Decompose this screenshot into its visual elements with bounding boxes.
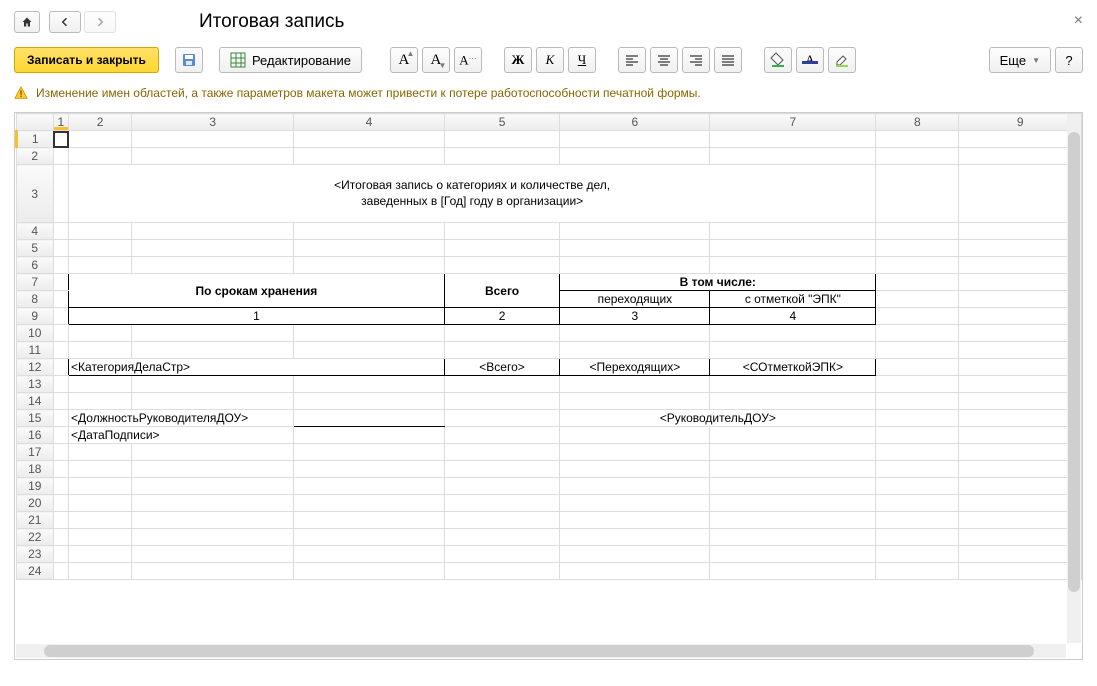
row-header[interactable]: 9 [17, 308, 54, 325]
row-header[interactable]: 10 [17, 325, 54, 342]
align-justify-button[interactable] [714, 47, 742, 73]
back-button[interactable] [49, 11, 81, 33]
colnum-1[interactable]: 1 [69, 308, 445, 325]
col-header[interactable]: 4 [294, 114, 445, 131]
col-header[interactable]: 6 [560, 114, 710, 131]
row-header[interactable]: 20 [17, 495, 54, 512]
highlight-color-button[interactable] [828, 47, 856, 73]
font-shrink-button[interactable]: A▼ [422, 47, 450, 73]
colnum-2[interactable]: 2 [444, 308, 560, 325]
col-header[interactable]: 2 [69, 114, 132, 131]
row-header[interactable]: 15 [17, 410, 54, 427]
align-right-button[interactable] [682, 47, 710, 73]
row-header[interactable]: 19 [17, 478, 54, 495]
row-header[interactable]: 23 [17, 546, 54, 563]
row-header[interactable]: 13 [17, 376, 54, 393]
colnum-3[interactable]: 3 [560, 308, 710, 325]
fill-color-button[interactable] [764, 47, 792, 73]
footer-position[interactable]: <ДолжностьРуководителяДОУ> [69, 410, 294, 427]
row-header[interactable]: 21 [17, 512, 54, 529]
grid-icon [230, 52, 246, 68]
row-header[interactable]: 2 [17, 148, 54, 165]
footer-head[interactable]: <РуководительДОУ> [560, 410, 876, 427]
data-category[interactable]: <КатегорияДелаСтр> [69, 359, 445, 376]
row-header[interactable]: 7 [17, 274, 54, 291]
save-button[interactable] [175, 47, 203, 73]
row-header[interactable]: 18 [17, 461, 54, 478]
col-header[interactable]: 5 [444, 114, 560, 131]
col-header[interactable]: 7 [710, 114, 876, 131]
more-button[interactable]: Еще ▼ [989, 47, 1051, 73]
col-header[interactable]: 8 [876, 114, 959, 131]
row-header[interactable]: 22 [17, 529, 54, 546]
row-header[interactable]: 6 [17, 257, 54, 274]
footer-date[interactable]: <ДатаПодписи> [69, 427, 294, 444]
corner-cell[interactable] [17, 114, 54, 131]
col-header[interactable]: 3 [132, 114, 294, 131]
header-storage[interactable]: По срокам хранения [69, 274, 445, 308]
row-header[interactable]: 24 [17, 563, 54, 580]
row-header[interactable]: 17 [17, 444, 54, 461]
header-total[interactable]: Всего [444, 274, 560, 308]
spreadsheet-area: 1 2 3 4 5 6 7 8 9 1 2 3 [14, 112, 1083, 660]
vertical-scrollbar[interactable] [1067, 114, 1081, 643]
row-header[interactable]: 3 [17, 165, 54, 223]
warning-text: Изменение имен областей, а также парамет… [36, 86, 701, 100]
toolbar: Записать и закрыть Редактирование A▲ A▼ … [0, 40, 1097, 80]
page-title: Итоговая запись [199, 11, 344, 33]
font-grow-button[interactable]: A▲ [390, 47, 418, 73]
header-including[interactable]: В том числе: [560, 274, 876, 291]
row-header[interactable]: 14 [17, 393, 54, 410]
row-header[interactable]: 11 [17, 342, 54, 359]
align-left-button[interactable] [618, 47, 646, 73]
col-header[interactable]: 1 [53, 114, 68, 131]
row-header[interactable]: 16 [17, 427, 54, 444]
save-and-close-button[interactable]: Записать и закрыть [14, 47, 159, 73]
row-header[interactable]: 4 [17, 223, 54, 240]
cell[interactable] [53, 131, 68, 148]
warning-banner: Изменение имен областей, а также парамет… [0, 80, 1097, 108]
data-transferring[interactable]: <Переходящих> [560, 359, 710, 376]
editing-mode-label: Редактирование [252, 53, 351, 68]
font-dialog-button[interactable]: A… [454, 47, 482, 73]
more-label: Еще [1000, 53, 1026, 68]
row-header[interactable]: 1 [17, 131, 54, 148]
row-header[interactable]: 5 [17, 240, 54, 257]
close-icon[interactable]: × [1074, 12, 1083, 30]
titlebar: Итоговая запись × [0, 0, 1097, 40]
help-button[interactable]: ? [1055, 47, 1083, 73]
warning-icon [14, 86, 28, 100]
row-header[interactable]: 12 [17, 359, 54, 376]
data-total[interactable]: <Всего> [444, 359, 560, 376]
forward-button [84, 11, 116, 33]
header-epk[interactable]: с отметкой "ЭПК" [710, 291, 876, 308]
data-epk[interactable]: <СОтметкойЭПК> [710, 359, 876, 376]
template-title[interactable]: <Итоговая запись о категориях и количест… [69, 165, 876, 223]
chevron-down-icon: ▼ [1032, 56, 1040, 65]
align-center-button[interactable] [650, 47, 678, 73]
bold-button[interactable]: Ж [504, 47, 532, 73]
home-button[interactable] [14, 11, 40, 33]
colnum-4[interactable]: 4 [710, 308, 876, 325]
row-header[interactable]: 8 [17, 291, 54, 308]
underline-button[interactable]: Ч [568, 47, 596, 73]
editing-mode-button[interactable]: Редактирование [219, 47, 362, 73]
col-header[interactable]: 9 [959, 114, 1082, 131]
header-transferring[interactable]: переходящих [560, 291, 710, 308]
font-color-button[interactable]: A [796, 47, 824, 73]
spreadsheet[interactable]: 1 2 3 4 5 6 7 8 9 1 2 3 [15, 113, 1082, 659]
italic-button[interactable]: К [536, 47, 564, 73]
horizontal-scrollbar[interactable] [16, 644, 1066, 658]
